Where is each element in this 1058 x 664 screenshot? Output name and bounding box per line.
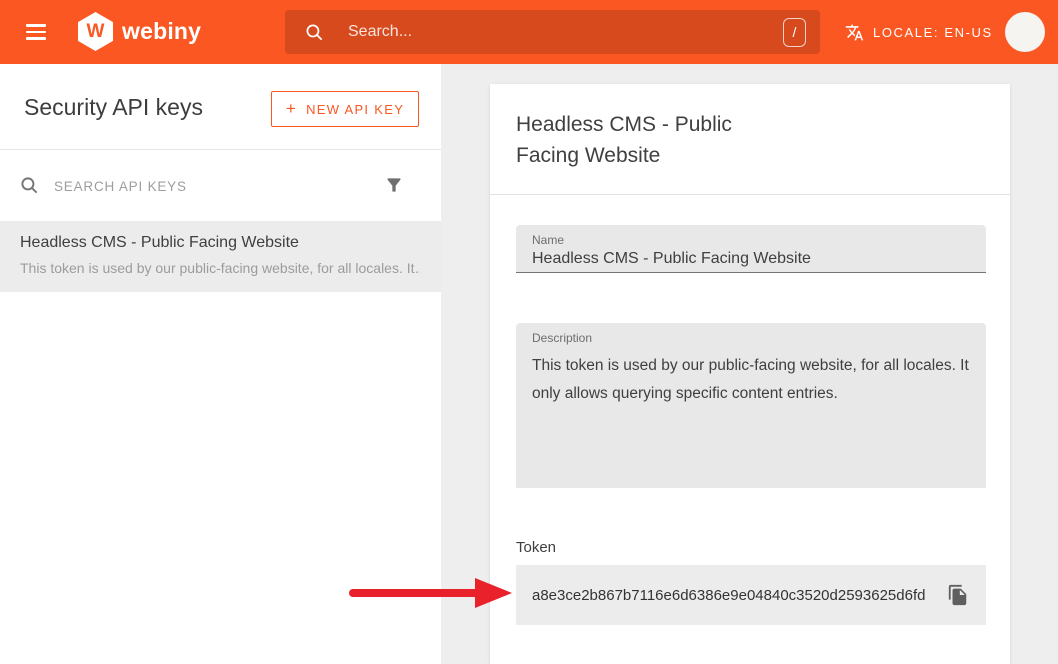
locale-label: LOCALE: EN-US	[873, 25, 993, 40]
webiny-hexagon-letter: W	[87, 21, 105, 43]
webiny-logo[interactable]: W webiny	[78, 12, 201, 51]
webiny-hexagon-icon: W	[78, 12, 113, 51]
copy-icon	[947, 584, 969, 606]
token-value: a8e3ce2b867b7116e6d6386e9e04840c3520d259…	[532, 587, 925, 604]
search-icon	[305, 23, 324, 42]
copy-token-button[interactable]	[944, 581, 972, 609]
slash-shortcut-badge: /	[783, 18, 806, 47]
name-field[interactable]: Name	[516, 225, 986, 273]
global-search-bar[interactable]: /	[285, 10, 820, 54]
search-icon	[20, 176, 39, 195]
name-input[interactable]	[532, 250, 970, 268]
api-keys-panel-header: Security API keys + NEW API KEY	[0, 64, 441, 150]
token-box: a8e3ce2b867b7116e6d6386e9e04840c3520d259…	[516, 565, 986, 625]
api-keys-search-row	[0, 150, 441, 221]
api-key-item-description: This token is used by our public-facing …	[20, 260, 421, 276]
name-field-label: Name	[532, 233, 970, 247]
api-key-list-item[interactable]: Headless CMS - Public Facing Website Thi…	[0, 221, 441, 292]
description-textarea[interactable]: This token is used by our public-facing …	[532, 352, 970, 478]
description-field-label: Description	[532, 331, 970, 345]
translate-icon	[845, 23, 864, 42]
api-key-detail-card: Headless CMS - Public Facing Website Nam…	[490, 84, 1010, 664]
page-title: Security API keys	[24, 94, 203, 121]
hamburger-menu-icon[interactable]	[26, 24, 46, 40]
new-api-key-button[interactable]: + NEW API KEY	[271, 91, 419, 127]
webiny-wordmark: webiny	[122, 18, 201, 45]
search-input[interactable]	[346, 22, 783, 42]
api-key-item-title: Headless CMS - Public Facing Website	[20, 234, 421, 252]
api-keys-search-input[interactable]	[52, 174, 352, 198]
detail-card-title: Headless CMS - Public Facing Website	[516, 109, 771, 171]
user-avatar[interactable]	[1005, 12, 1045, 52]
api-keys-panel: Security API keys + NEW API KEY Headless…	[0, 64, 441, 664]
detail-card-header: Headless CMS - Public Facing Website	[490, 84, 1010, 195]
filter-icon[interactable]	[384, 175, 404, 195]
description-field[interactable]: Description This token is used by our pu…	[516, 323, 986, 488]
locale-selector[interactable]: LOCALE: EN-US	[845, 20, 993, 44]
new-api-key-button-label: NEW API KEY	[306, 102, 404, 117]
top-app-bar: W webiny / LOCALE: EN-US	[0, 0, 1058, 64]
token-label: Token	[516, 539, 556, 556]
plus-icon: +	[286, 99, 297, 119]
